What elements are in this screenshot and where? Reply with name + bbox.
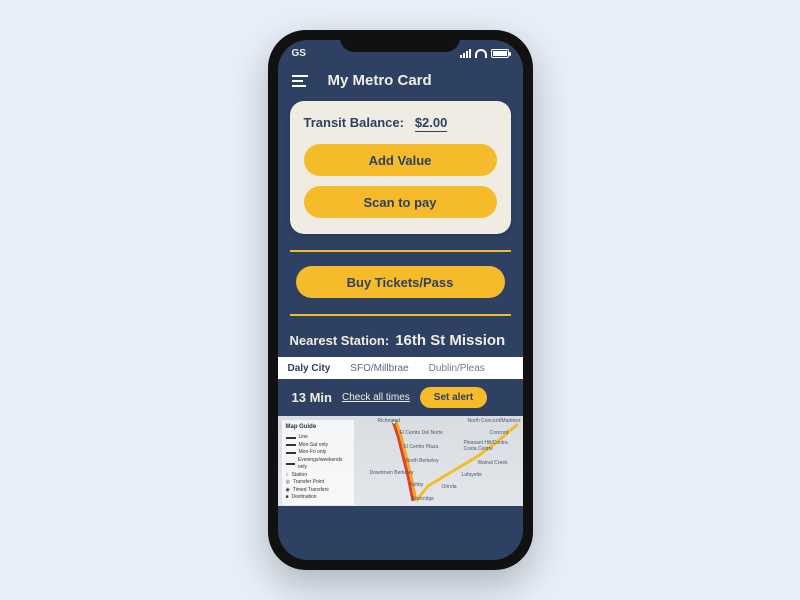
map-label: Orinda	[442, 484, 457, 490]
tab-sfo[interactable]: SFO/Millbrae	[340, 363, 418, 374]
map-label: Walnut Creek	[478, 460, 508, 466]
nearest-station-label: Nearest Station:	[290, 333, 390, 348]
tab-daly-city[interactable]: Daly City	[278, 363, 341, 374]
battery-icon	[491, 49, 509, 58]
balance-card: Transit Balance: $2.00 Add Value Scan to…	[290, 101, 511, 234]
menu-icon[interactable]	[292, 75, 308, 87]
wifi-icon	[475, 49, 487, 58]
map-label: Concord	[490, 430, 509, 436]
map-label: Downtown Berkeley	[370, 470, 414, 476]
map-label: Richmond	[378, 418, 401, 424]
map-label: Ashby	[410, 482, 424, 488]
check-all-times-link[interactable]: Check all times	[342, 392, 410, 403]
signal-icon	[460, 49, 471, 58]
carrier-label: GS	[292, 48, 332, 59]
map-label: El Cerrito Del Norte	[400, 430, 443, 436]
map-label: El Cerrito Plaza	[404, 444, 439, 450]
map-label: North Concord/Martinez	[468, 418, 521, 424]
balance-amount[interactable]: $2.00	[415, 115, 448, 132]
app-header: My Metro Card	[278, 66, 523, 101]
tab-dublin[interactable]: Dublin/Pleas	[419, 363, 495, 374]
scan-to-pay-button[interactable]: Scan to pay	[304, 186, 497, 218]
divider	[290, 314, 511, 316]
nearest-station-name: 16th St Mission	[395, 332, 505, 349]
nearest-station-row: Nearest Station: 16th St Mission	[290, 330, 511, 357]
page-title: My Metro Card	[328, 72, 432, 89]
add-value-button[interactable]: Add Value	[304, 144, 497, 176]
map-legend: Map Guide Line Mon-Sat only Mon-Fri only…	[282, 420, 354, 505]
set-alert-button[interactable]: Set alert	[420, 387, 487, 408]
map-label: Rockridge	[412, 496, 435, 502]
balance-row: Transit Balance: $2.00	[304, 115, 497, 130]
divider	[290, 250, 511, 252]
balance-label: Transit Balance:	[304, 115, 404, 130]
buy-tickets-button[interactable]: Buy Tickets/Pass	[296, 266, 505, 298]
map-label: Pleasant Hill/Contra Costa Centre	[464, 440, 514, 452]
arrival-minutes: 13 Min	[292, 390, 332, 405]
map-label: North Berkeley	[406, 458, 439, 464]
arrival-row: 13 Min Check all times Set alert	[290, 379, 511, 416]
transit-map[interactable]: Map Guide Line Mon-Sat only Mon-Fri only…	[278, 416, 523, 506]
destination-tabs: Daly City SFO/Millbrae Dublin/Pleas	[278, 357, 523, 379]
app-screen: GS My Metro Card Transit Balance: $2.00 …	[278, 40, 523, 560]
notch	[340, 30, 460, 52]
phone-frame: GS My Metro Card Transit Balance: $2.00 …	[268, 30, 533, 570]
legend-title: Map Guide	[286, 423, 350, 432]
status-icons	[460, 49, 509, 58]
map-label: Lafayette	[462, 472, 483, 478]
